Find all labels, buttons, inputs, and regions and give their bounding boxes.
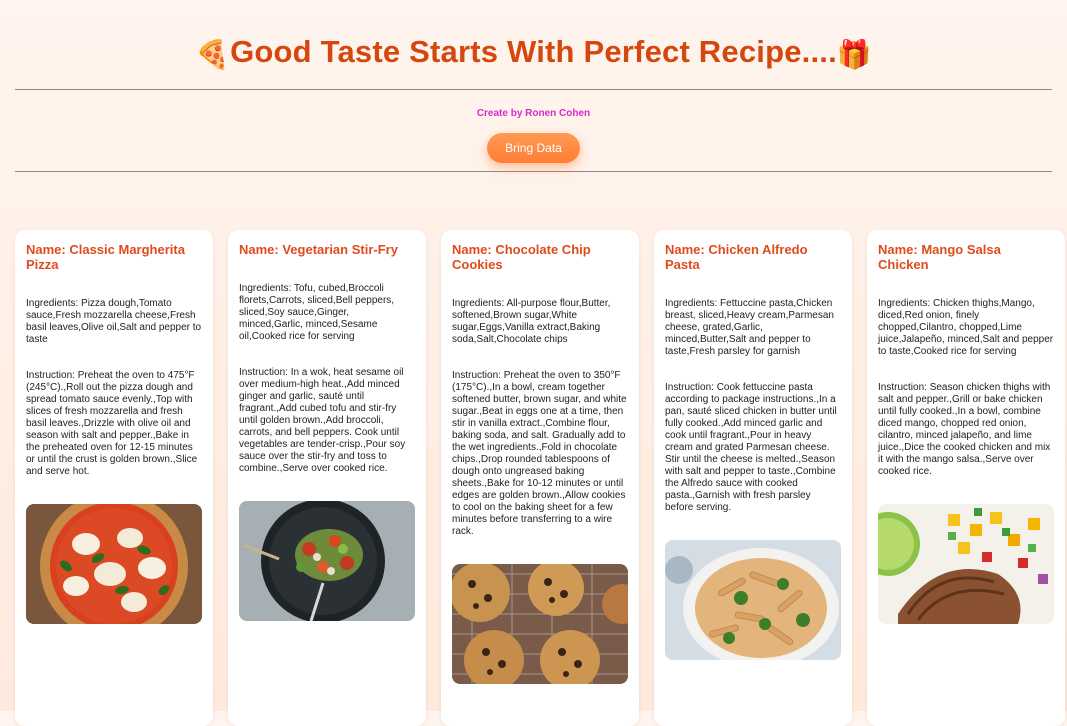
bottom-divider xyxy=(15,171,1052,172)
recipe-ingredients: Ingredients: Pizza dough,Tomato sauce,Fr… xyxy=(26,298,202,345)
recipe-name: Name: Classic Margherita Pizza xyxy=(26,242,185,272)
pasta-photo xyxy=(665,540,841,660)
mango-chicken-photo xyxy=(878,504,1054,624)
recipe-card: Name: Mango Salsa Chicken Ingredients: C… xyxy=(867,230,1065,726)
bring-data-button[interactable]: Bring Data xyxy=(487,133,580,163)
creator-credit: Create by Ronen Cohen xyxy=(476,108,591,119)
recipe-card: Name: Chocolate Chip Cookies Ingredients… xyxy=(441,230,639,726)
recipe-ingredients: Ingredients: All-purpose flour,Butter, s… xyxy=(452,298,611,345)
gift-icon: 🎁 xyxy=(836,39,872,70)
recipe-instructions: Instruction: Preheat the oven to 475°F (… xyxy=(26,370,198,477)
recipe-card-list: Name: Classic Margherita Pizza Ingredien… xyxy=(15,230,1065,726)
recipe-name: Name: Chocolate Chip Cookies xyxy=(452,242,591,272)
page-header: 🍕Good Taste Starts With Perfect Recipe..… xyxy=(0,0,1067,172)
recipe-instructions: Instruction: Cook fettuccine pasta accor… xyxy=(665,382,837,513)
pizza-photo xyxy=(26,504,202,624)
pizza-icon: 🍕 xyxy=(195,39,231,70)
recipe-instructions: Instruction: In a wok, heat sesame oil o… xyxy=(239,367,406,474)
stir-fry-photo xyxy=(239,501,415,621)
recipe-ingredients: Ingredients: Tofu, cubed,Broccoli floret… xyxy=(239,283,395,342)
top-divider xyxy=(15,89,1052,90)
recipe-card: Name: Classic Margherita Pizza Ingredien… xyxy=(15,230,213,726)
recipe-card: Name: Chicken Alfredo Pasta Ingredients:… xyxy=(654,230,852,726)
recipe-name: Name: Chicken Alfredo Pasta xyxy=(665,242,808,272)
recipe-instructions: Instruction: Season chicken thighs with … xyxy=(878,382,1051,477)
page-title-text: Good Taste Starts With Perfect Recipe...… xyxy=(230,34,837,69)
recipe-card: Name: Vegetarian Stir-Fry Ingredients: T… xyxy=(228,230,426,726)
recipe-instructions: Instruction: Preheat the oven to 350°F (… xyxy=(452,370,627,537)
recipe-ingredients: Ingredients: Chicken thighs,Mango, diced… xyxy=(878,298,1054,357)
recipe-ingredients: Ingredients: Fettuccine pasta,Chicken br… xyxy=(665,298,834,357)
recipe-name: Name: Vegetarian Stir-Fry xyxy=(239,242,398,257)
recipe-name: Name: Mango Salsa Chicken xyxy=(878,242,1001,272)
page-title: 🍕Good Taste Starts With Perfect Recipe..… xyxy=(0,0,1067,73)
cookies-photo xyxy=(452,564,628,684)
